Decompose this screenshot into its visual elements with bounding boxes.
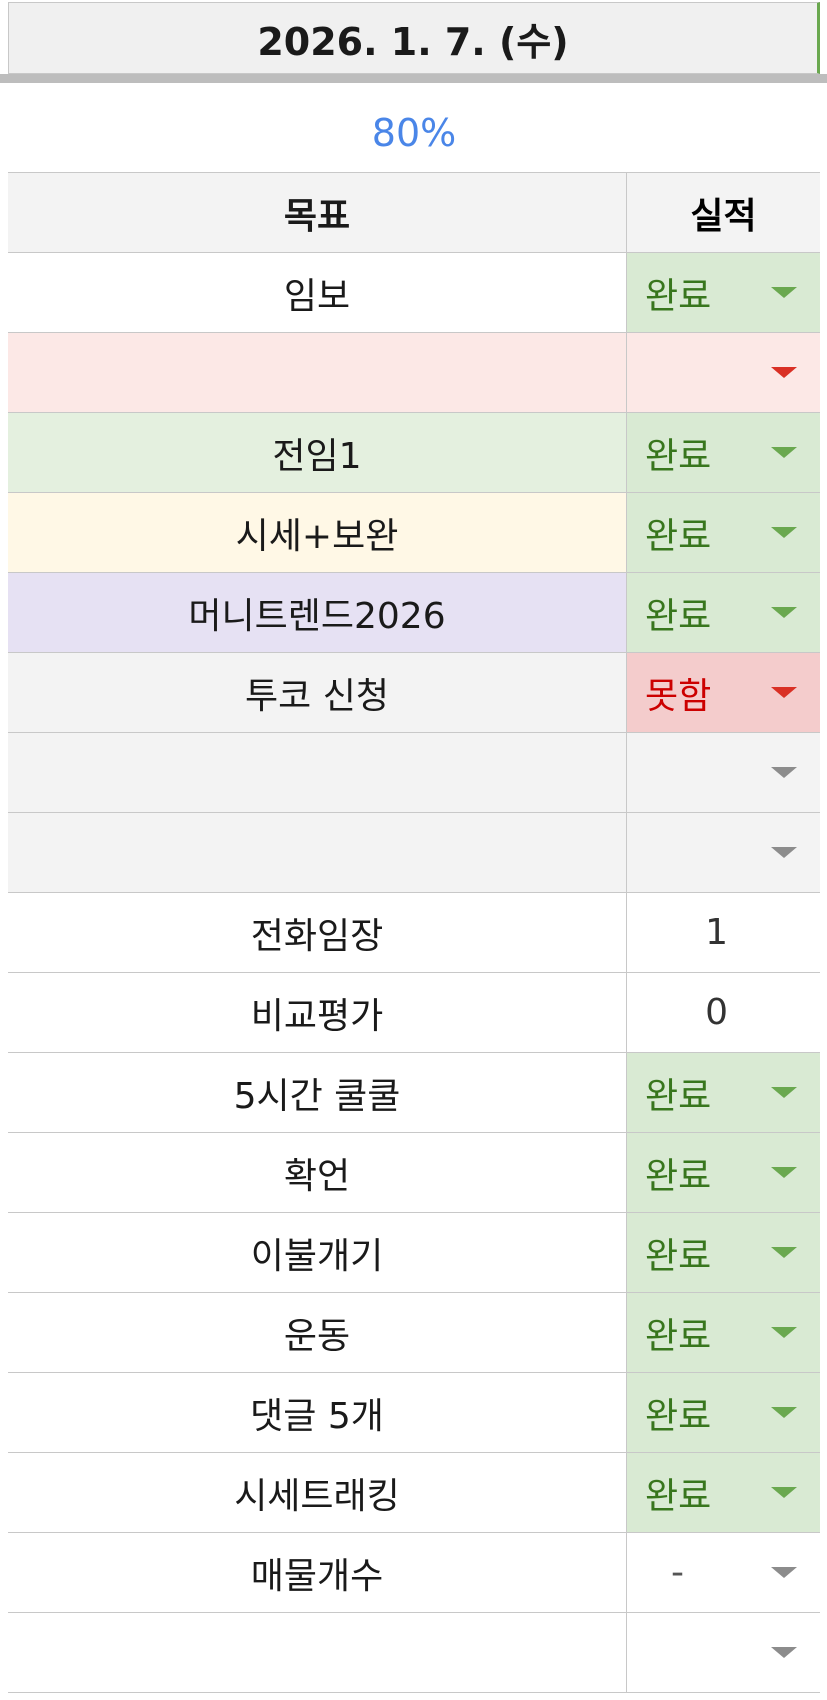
table-row: 이불개기 완료 bbox=[8, 1213, 820, 1293]
chevron-down-icon[interactable] bbox=[771, 1407, 797, 1418]
result-value: 완료 bbox=[645, 595, 712, 637]
table-row: 전화임장 1 bbox=[8, 893, 820, 973]
goal-cell[interactable] bbox=[8, 733, 627, 812]
result-cell[interactable]: 완료 bbox=[627, 1453, 820, 1532]
table-row: 댓글 5개 완료 bbox=[8, 1373, 820, 1453]
result-value: 완료 bbox=[645, 1235, 712, 1277]
table-row: 전임1 완료 bbox=[8, 413, 820, 493]
goal-cell[interactable]: 시세+보완 bbox=[8, 493, 627, 572]
result-cell[interactable]: 완료 bbox=[627, 1293, 820, 1372]
completion-percent[interactable]: 80% bbox=[8, 93, 820, 173]
result-cell[interactable]: 완료 bbox=[627, 1213, 820, 1292]
goal-cell[interactable] bbox=[8, 813, 627, 892]
result-value: 완료 bbox=[645, 275, 712, 317]
column-header-row: 목표 실적 bbox=[8, 173, 820, 253]
chevron-down-icon[interactable] bbox=[771, 847, 797, 858]
goal-cell[interactable]: 이불개기 bbox=[8, 1213, 627, 1292]
goal-column-header[interactable]: 목표 bbox=[8, 173, 627, 252]
table-row: 시세+보완 완료 bbox=[8, 493, 820, 573]
result-cell[interactable]: 완료 bbox=[627, 493, 820, 572]
result-cell[interactable]: 완료 bbox=[627, 1373, 820, 1452]
result-cell[interactable]: 완료 bbox=[627, 253, 820, 332]
chevron-down-icon[interactable] bbox=[771, 767, 797, 778]
chevron-down-icon[interactable] bbox=[771, 527, 797, 538]
goal-cell[interactable]: 확언 bbox=[8, 1133, 627, 1212]
table-row: 확언 완료 bbox=[8, 1133, 820, 1213]
goal-cell[interactable] bbox=[8, 333, 627, 412]
goal-cell[interactable]: 매물개수 bbox=[8, 1533, 627, 1612]
result-cell[interactable]: 1 bbox=[627, 893, 820, 972]
result-cell[interactable] bbox=[627, 813, 820, 892]
chevron-down-icon[interactable] bbox=[771, 607, 797, 618]
result-value: 완료 bbox=[645, 515, 712, 557]
result-cell[interactable]: 완료 bbox=[627, 573, 820, 652]
goal-cell[interactable]: 댓글 5개 bbox=[8, 1373, 627, 1452]
table-row bbox=[8, 813, 820, 893]
chevron-down-icon[interactable] bbox=[771, 1327, 797, 1338]
result-value: 완료 bbox=[645, 435, 712, 477]
result-cell[interactable]: 못함 bbox=[627, 653, 820, 732]
result-cell[interactable]: 완료 bbox=[627, 413, 820, 492]
goal-cell[interactable]: 전임1 bbox=[8, 413, 627, 492]
table-row bbox=[8, 333, 820, 413]
result-column-header[interactable]: 실적 bbox=[627, 173, 820, 252]
goal-cell[interactable]: 비교평가 bbox=[8, 973, 627, 1052]
goal-cell[interactable]: 투코 신청 bbox=[8, 653, 627, 732]
chevron-down-icon[interactable] bbox=[771, 1167, 797, 1178]
table-row: 임보 완료 bbox=[8, 253, 820, 333]
goal-cell[interactable] bbox=[8, 1613, 627, 1692]
result-value: 못함 bbox=[645, 675, 712, 717]
chevron-down-icon[interactable] bbox=[771, 367, 797, 378]
table-row: 머니트렌드2026 완료 bbox=[8, 573, 820, 653]
result-value: 완료 bbox=[645, 1475, 712, 1517]
table-row bbox=[8, 1613, 820, 1693]
result-cell[interactable]: 완료 bbox=[627, 1133, 820, 1212]
chevron-down-icon[interactable] bbox=[771, 1647, 797, 1658]
table-row: 운동 완료 bbox=[8, 1293, 820, 1373]
freeze-divider[interactable] bbox=[0, 74, 827, 83]
goal-cell[interactable]: 운동 bbox=[8, 1293, 627, 1372]
result-value: - bbox=[671, 1552, 684, 1593]
result-cell[interactable] bbox=[627, 1613, 820, 1692]
goal-cell[interactable]: 시세트래킹 bbox=[8, 1453, 627, 1532]
chevron-down-icon[interactable] bbox=[771, 287, 797, 298]
result-value: 0 bbox=[705, 992, 728, 1033]
result-value: 완료 bbox=[645, 1395, 712, 1437]
table-row bbox=[8, 733, 820, 813]
result-cell[interactable]: 완료 bbox=[627, 1053, 820, 1132]
chevron-down-icon[interactable] bbox=[771, 1487, 797, 1498]
table-row: 매물개수 - bbox=[8, 1533, 820, 1613]
table-row: 5시간 쿨쿨 완료 bbox=[8, 1053, 820, 1133]
table-row: 투코 신청 못함 bbox=[8, 653, 820, 733]
table-row: 비교평가 0 bbox=[8, 973, 820, 1053]
chevron-down-icon[interactable] bbox=[771, 1567, 797, 1578]
chevron-down-icon[interactable] bbox=[771, 1247, 797, 1258]
result-cell[interactable] bbox=[627, 333, 820, 412]
result-value: 완료 bbox=[645, 1075, 712, 1117]
result-value: 완료 bbox=[645, 1315, 712, 1357]
goal-cell[interactable]: 전화임장 bbox=[8, 893, 627, 972]
result-cell[interactable]: 0 bbox=[627, 973, 820, 1052]
result-value: 완료 bbox=[645, 1155, 712, 1197]
result-value: 1 bbox=[705, 912, 728, 953]
goal-cell[interactable]: 임보 bbox=[8, 253, 627, 332]
chevron-down-icon[interactable] bbox=[771, 687, 797, 698]
spreadsheet: 2026. 1. 7. (수) 80% 목표 실적 임보 완료 전임1 완료 시세+보완… bbox=[0, 0, 827, 1700]
chevron-down-icon[interactable] bbox=[771, 1087, 797, 1098]
goal-cell[interactable]: 5시간 쿨쿨 bbox=[8, 1053, 627, 1132]
result-cell[interactable] bbox=[627, 733, 820, 812]
chevron-down-icon[interactable] bbox=[771, 447, 797, 458]
date-header[interactable]: 2026. 1. 7. (수) bbox=[8, 2, 820, 74]
table-row: 시세트래킹 완료 bbox=[8, 1453, 820, 1533]
goal-cell[interactable]: 머니트렌드2026 bbox=[8, 573, 627, 652]
result-cell[interactable]: - bbox=[627, 1533, 820, 1612]
